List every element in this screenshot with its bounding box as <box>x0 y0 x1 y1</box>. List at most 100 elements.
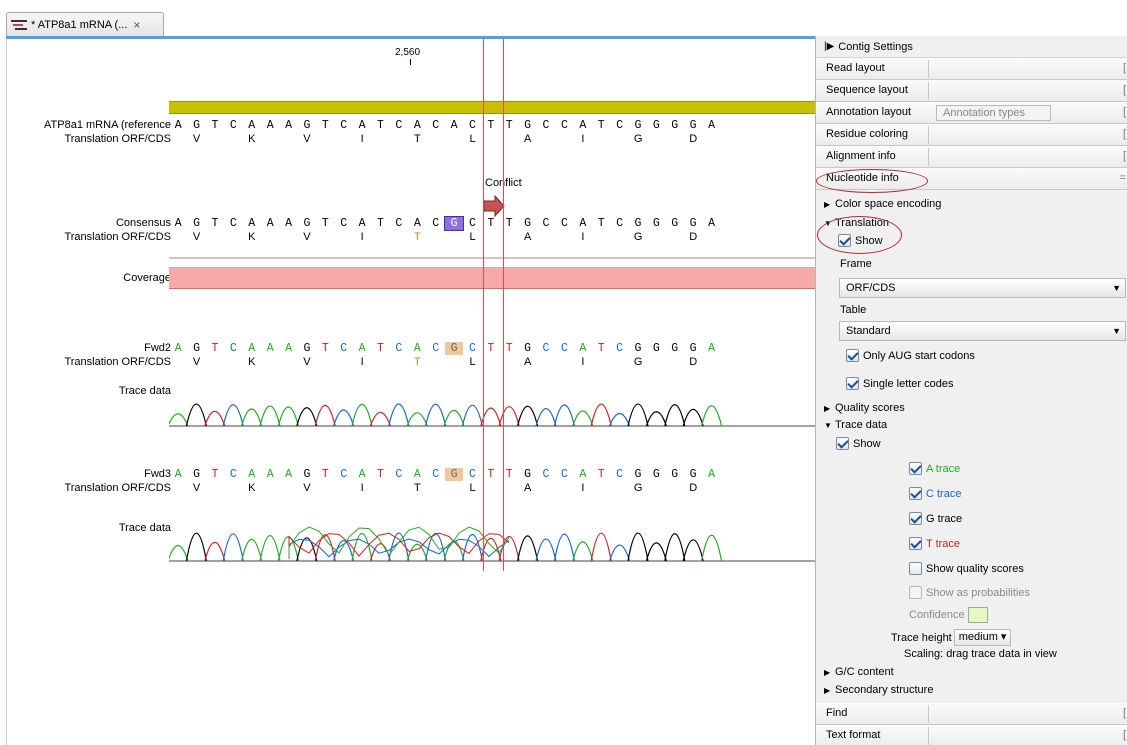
frame-select[interactable]: ORF/CDS ▼ <box>839 278 1126 298</box>
table-label: Table <box>840 304 867 316</box>
trace-peak <box>645 542 667 562</box>
divider <box>928 148 929 166</box>
close-icon[interactable]: × <box>133 18 140 32</box>
item-label: Quality scores <box>835 402 905 414</box>
section-residue-coloring[interactable]: Residue coloring [ <box>816 124 1127 146</box>
checkbox-icon[interactable] <box>846 349 859 362</box>
annotation-bar[interactable] <box>169 101 815 114</box>
base: A <box>285 119 292 132</box>
amino-acid: I <box>581 133 585 145</box>
section-toggle-icon[interactable]: [ <box>1123 84 1126 96</box>
collapse-panel-icon[interactable]: |▶ <box>824 41 834 52</box>
checkbox-icon[interactable] <box>909 462 922 475</box>
base: A <box>358 217 366 230</box>
fwd3-sequence[interactable]: AGTCAAAGTCATCACGCTTGCCATCGGGGA <box>169 468 721 481</box>
color-space-encoding[interactable]: ▶ Color space encoding <box>824 198 941 210</box>
tab-contig[interactable]: * ATP8a1 mRNA (... × <box>6 12 164 36</box>
base: A <box>285 217 292 230</box>
c-trace-checkbox[interactable]: C trace <box>909 487 961 500</box>
gc-content-group[interactable]: ▶ G/C content <box>824 666 894 678</box>
tab-title: * ATP8a1 mRNA (... <box>31 18 128 31</box>
base: G <box>652 217 660 230</box>
checkbox-icon[interactable] <box>909 487 922 500</box>
section-alignment-info[interactable]: Alignment info [ <box>816 146 1127 168</box>
base: G <box>634 342 642 355</box>
section-toggle-icon[interactable]: [ <box>1123 707 1126 719</box>
base: A <box>413 119 421 132</box>
base: T <box>597 468 605 481</box>
consensus-sequence[interactable]: AGTCAAAGTCATCACGCTTGCCATCGGGGA <box>169 216 721 231</box>
base: C <box>395 342 403 355</box>
secondary-structure-group[interactable]: ▶ Secondary structure <box>824 684 933 696</box>
base: G <box>652 468 660 481</box>
base: T <box>211 468 219 481</box>
base: G <box>689 468 697 481</box>
trace-data-group[interactable]: ▼ Trace data <box>824 419 887 431</box>
trace-peak <box>222 404 244 427</box>
section-text-format[interactable]: Text format [ <box>816 725 1127 745</box>
checkbox-icon[interactable] <box>836 437 849 450</box>
trace-show-checkbox[interactable]: Show <box>836 437 881 450</box>
conflict-arrow-icon[interactable] <box>483 195 505 217</box>
quality-scores-group[interactable]: ▶ Quality scores <box>824 402 905 414</box>
amino-acid: K <box>248 231 256 243</box>
trace-peak <box>461 404 483 427</box>
base: A <box>266 119 274 132</box>
consensus-translation: VKVITLAIGD <box>169 231 721 243</box>
base: A <box>266 342 274 355</box>
item-label: T trace <box>926 537 961 550</box>
section-annotation-layout[interactable]: Annotation layout Annotation types [ <box>816 102 1127 124</box>
translation-label: Translation ORF/CDS <box>64 482 171 494</box>
section-toggle-icon[interactable]: [ <box>1123 128 1126 140</box>
checkbox-icon[interactable] <box>909 537 922 550</box>
section-sequence-layout[interactable]: Sequence layout [ <box>816 80 1127 102</box>
checkbox-icon[interactable] <box>909 562 922 575</box>
trace-height-select[interactable]: medium ▾ <box>953 629 1012 646</box>
t-trace-checkbox[interactable]: T trace <box>909 537 960 550</box>
base: G <box>524 342 532 355</box>
single-letter-checkbox[interactable]: Single letter codes <box>846 377 954 390</box>
table-select[interactable]: Standard ▼ <box>839 321 1126 341</box>
checkbox-icon[interactable] <box>909 512 922 525</box>
trace-data-label: Trace data <box>118 385 171 397</box>
base: T <box>321 468 329 481</box>
base: T <box>597 217 605 230</box>
amino-acid: I <box>360 133 364 145</box>
base: C <box>395 468 403 481</box>
panel-header[interactable]: |▶ Contig Settings <box>816 36 1127 58</box>
section-toggle-icon[interactable]: [ <box>1123 729 1126 741</box>
only-aug-checkbox[interactable]: Only AUG start codons <box>846 349 975 362</box>
trace-peak <box>627 403 649 427</box>
amino-acid: L <box>469 231 476 243</box>
base: A <box>358 119 366 132</box>
checkbox-icon[interactable] <box>846 377 859 390</box>
fwd2-sequence[interactable]: AGTCAAAGTCATCACGCTTGCCATCGGGGA <box>169 342 721 355</box>
fwd2-trace <box>169 403 815 427</box>
g-trace-checkbox[interactable]: G trace <box>909 512 962 525</box>
section-toggle-icon[interactable]: [ <box>1123 150 1126 162</box>
reference-sequence[interactable]: AGTCAAAGTCATCACACTTGCCATCGGGGA <box>169 119 721 132</box>
section-collapse-icon[interactable]: = <box>1120 172 1126 184</box>
confidence-color-swatch[interactable] <box>967 607 988 623</box>
base: G <box>193 119 201 132</box>
amino-acid: V <box>192 356 201 368</box>
a-trace-checkbox[interactable]: A trace <box>909 462 960 475</box>
base: C <box>229 342 237 355</box>
item-label: Show as probabilities <box>926 586 1030 599</box>
trace-peak <box>572 410 594 427</box>
tab-annotation-types[interactable]: Annotation types <box>936 105 1051 121</box>
show-quality-checkbox[interactable]: Show quality scores <box>909 562 1024 575</box>
section-toggle-icon[interactable]: [ <box>1123 106 1126 118</box>
trace-peak <box>259 405 281 427</box>
contig-view[interactable]: 2,560 ATP8a1 mRNA (reference Translation… <box>6 39 815 745</box>
selected-value: medium <box>958 631 998 643</box>
section-toggle-icon[interactable]: [ <box>1123 62 1126 74</box>
section-read-layout[interactable]: Read layout [ <box>816 58 1127 80</box>
fwd2-translation: VKVITLAIGD <box>169 356 721 368</box>
section-find[interactable]: Find [ <box>816 703 1127 725</box>
panel-title: Contig Settings <box>838 40 913 53</box>
base: A <box>358 342 366 355</box>
item-label: Single letter codes <box>863 377 954 390</box>
section-label: Alignment info <box>826 150 896 162</box>
base: C <box>229 217 237 230</box>
